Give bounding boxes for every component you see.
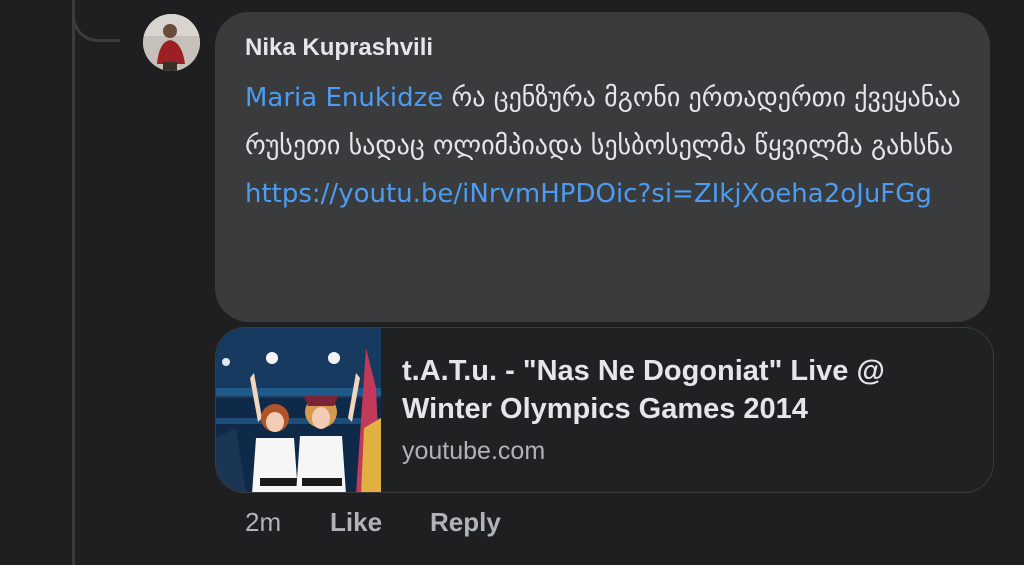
link-preview-domain: youtube.com xyxy=(402,437,546,465)
link-preview-card[interactable]: t.A.T.u. - "Nas Ne Dogoniat" Live @ Wint… xyxy=(215,327,994,493)
comment-author[interactable]: Nika Kuprashvili xyxy=(245,34,433,62)
comment-timestamp[interactable]: 2m xyxy=(245,507,281,538)
thumbnail-image xyxy=(216,328,381,492)
avatar[interactable] xyxy=(143,14,200,71)
link-preview-title[interactable]: t.A.T.u. - "Nas Ne Dogoniat" Live @ Wint… xyxy=(402,352,982,428)
comment-bubble: Nika Kuprashvili Maria Enukidze რა ცენზუ… xyxy=(215,12,990,322)
thread-line xyxy=(72,0,75,565)
thread-connector xyxy=(72,0,120,42)
video-thumbnail[interactable] xyxy=(216,328,381,492)
comment-thread: Nika Kuprashvili Maria Enukidze რა ცენზუ… xyxy=(0,0,1024,565)
mention-link[interactable]: Maria Enukidze xyxy=(245,83,443,113)
comment-text: Maria Enukidze რა ცენზურა მგონი ერთადერთ… xyxy=(245,74,975,218)
youtube-link[interactable]: https://youtu.be/iNrvmHPDOic?si=ZIkjXoeh… xyxy=(245,179,932,209)
reply-button[interactable]: Reply xyxy=(430,507,501,538)
avatar-image xyxy=(143,14,200,71)
like-button[interactable]: Like xyxy=(330,507,382,538)
